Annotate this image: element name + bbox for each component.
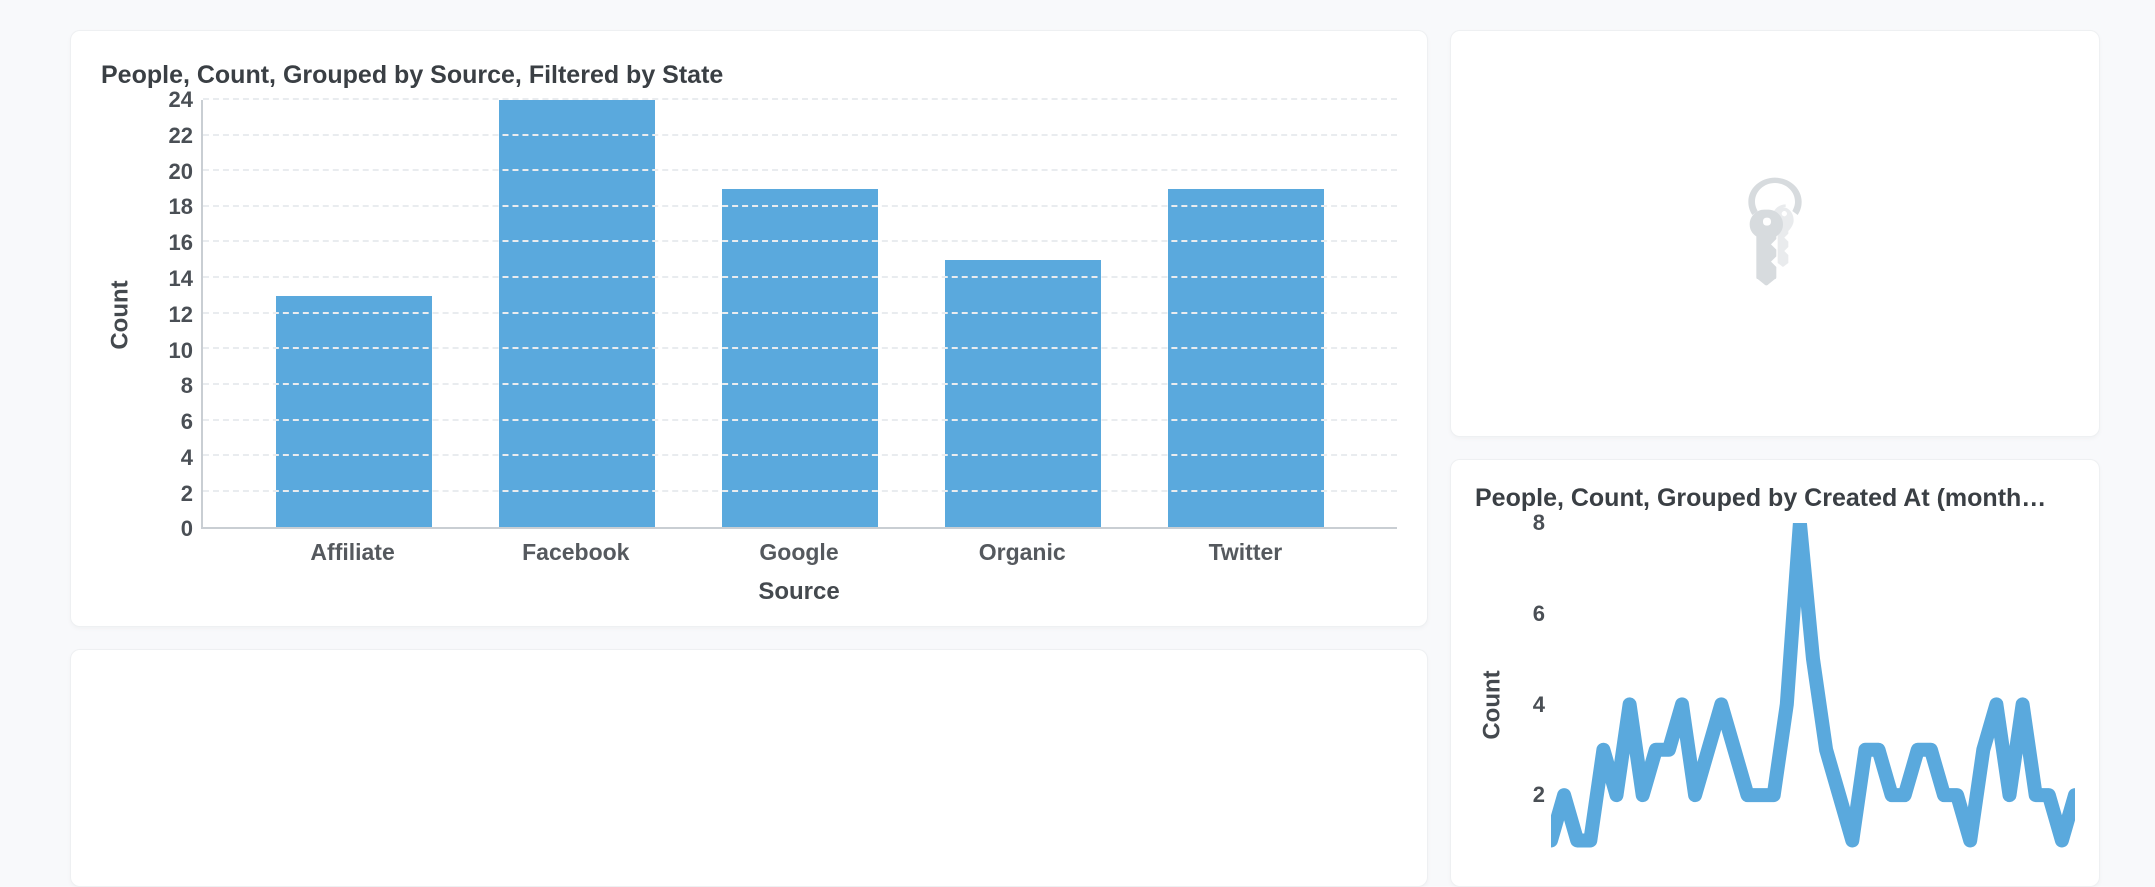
y-axis-label: Count bbox=[1479, 670, 1507, 739]
gridline bbox=[203, 276, 1397, 278]
y-tick-label: 20 bbox=[169, 159, 193, 185]
y-axis-label: Count bbox=[107, 280, 135, 349]
bar-slot bbox=[243, 100, 466, 527]
gridline bbox=[203, 205, 1397, 207]
y-tick-label: 24 bbox=[169, 87, 193, 113]
y-tick-label: 6 bbox=[1533, 601, 1545, 627]
gridline bbox=[203, 490, 1397, 492]
x-tick-label: Google bbox=[687, 539, 910, 566]
x-tick-label: Affiliate bbox=[241, 539, 464, 566]
chart-title: People, Count, Grouped by Source, Filter… bbox=[101, 61, 1397, 90]
gridline bbox=[203, 419, 1397, 421]
line-chart: Count 2468 bbox=[1475, 523, 2075, 886]
bar-slot bbox=[466, 100, 689, 527]
left-column: People, Count, Grouped by Source, Filter… bbox=[70, 30, 1428, 887]
y-axis-ticks: 2468 bbox=[1511, 523, 1551, 886]
bar-chart: Count 024681012141618202224 AffiliateFac… bbox=[101, 100, 1397, 606]
y-tick-label: 14 bbox=[169, 266, 193, 292]
gridline bbox=[203, 383, 1397, 385]
bar-plot-area bbox=[201, 100, 1397, 529]
gridline bbox=[203, 454, 1397, 456]
card-people-by-created-at[interactable]: People, Count, Grouped by Created At (mo… bbox=[1450, 459, 2100, 887]
dashboard-canvas: People, Count, Grouped by Source, Filter… bbox=[0, 0, 2155, 887]
bar-slot bbox=[911, 100, 1134, 527]
y-tick-label: 18 bbox=[169, 194, 193, 220]
y-tick-label: 4 bbox=[1533, 692, 1545, 718]
x-tick-label: Facebook bbox=[464, 539, 687, 566]
y-tick-label: 0 bbox=[181, 516, 193, 542]
gridline bbox=[203, 169, 1397, 171]
x-tick-label: Organic bbox=[911, 539, 1134, 566]
y-tick-label: 2 bbox=[181, 481, 193, 507]
y-tick-label: 6 bbox=[181, 409, 193, 435]
bar-slot bbox=[1134, 100, 1357, 527]
keys-icon bbox=[1732, 175, 1818, 292]
line-plot-area bbox=[1551, 523, 2075, 886]
gridline bbox=[203, 134, 1397, 136]
chart-title: People, Count, Grouped by Created At (mo… bbox=[1475, 484, 2075, 513]
y-tick-label: 16 bbox=[169, 230, 193, 256]
card-stub-lower-left[interactable] bbox=[70, 649, 1428, 887]
x-axis-label: Source bbox=[758, 578, 839, 605]
x-axis-ticks: AffiliateFacebookGoogleOrganicTwitter bbox=[201, 539, 1397, 566]
y-tick-label: 8 bbox=[1533, 510, 1545, 536]
y-axis-ticks: 024681012141618202224 bbox=[141, 100, 201, 529]
gridline bbox=[203, 240, 1397, 242]
right-column: People, Count, Grouped by Created At (mo… bbox=[1450, 30, 2100, 887]
y-tick-label: 10 bbox=[169, 338, 193, 364]
y-tick-label: 22 bbox=[169, 123, 193, 149]
gridline bbox=[203, 312, 1397, 314]
line-series[interactable] bbox=[1551, 523, 2075, 840]
gridline bbox=[203, 347, 1397, 349]
gridline bbox=[203, 98, 1397, 100]
card-locked[interactable] bbox=[1450, 30, 2100, 437]
y-tick-label: 2 bbox=[1533, 782, 1545, 808]
bar[interactable] bbox=[499, 100, 655, 527]
y-tick-label: 8 bbox=[181, 373, 193, 399]
card-people-by-source[interactable]: People, Count, Grouped by Source, Filter… bbox=[70, 30, 1428, 627]
bar-slot bbox=[689, 100, 912, 527]
bar[interactable] bbox=[945, 260, 1101, 527]
x-tick-label: Twitter bbox=[1134, 539, 1357, 566]
bar[interactable] bbox=[276, 296, 432, 528]
y-tick-label: 12 bbox=[169, 302, 193, 328]
y-tick-label: 4 bbox=[181, 445, 193, 471]
